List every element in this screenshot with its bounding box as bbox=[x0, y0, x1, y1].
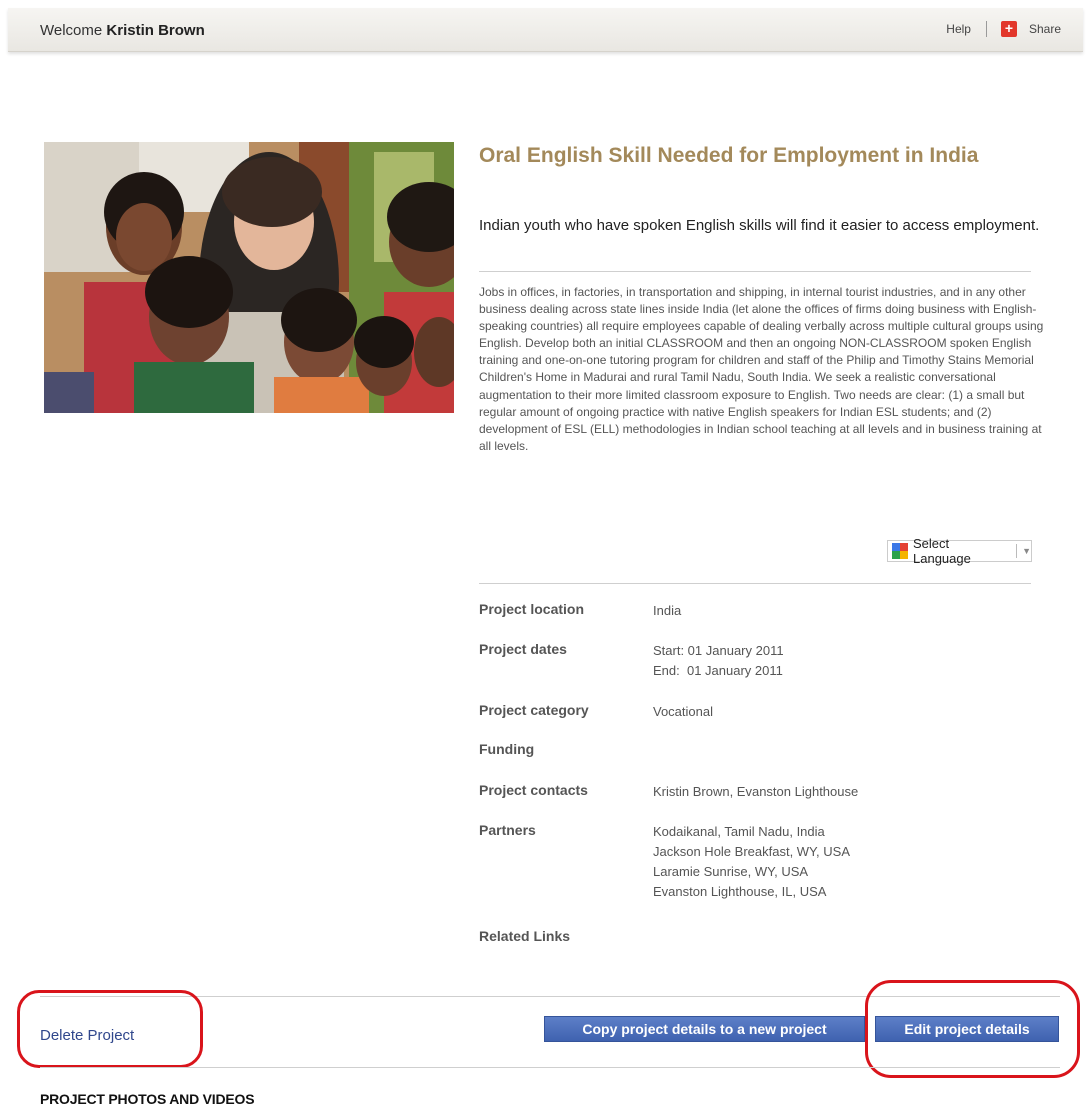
project-photo-image bbox=[44, 142, 454, 413]
welcome-message: Welcome Kristin Brown bbox=[40, 22, 205, 39]
partner-item: Laramie Sunrise, WY, USA bbox=[653, 864, 809, 879]
detail-label: Project category bbox=[479, 702, 589, 718]
date-start: Start: 01 January 2011 bbox=[653, 643, 784, 658]
project-description: Jobs in offices, in factories, in transp… bbox=[479, 285, 1044, 453]
project-photo bbox=[44, 142, 454, 413]
top-bar: Welcome Kristin Brown Help + Share bbox=[8, 8, 1083, 52]
detail-label: Project dates bbox=[479, 641, 567, 657]
detail-value: Kristin Brown, Evanston Lighthouse bbox=[653, 784, 859, 799]
detail-value: Kodaikanal, Tamil Nadu, India Jackson Ho… bbox=[653, 822, 1043, 902]
language-select-divider bbox=[1016, 544, 1018, 558]
detail-value: Start: 01 January 2011 End: 01 January 2… bbox=[653, 641, 1043, 681]
welcome-prefix: Welcome bbox=[40, 22, 103, 39]
language-select-label: Select Language bbox=[913, 536, 971, 566]
detail-label: Project location bbox=[479, 601, 585, 617]
partner-item: Kodaikanal, Tamil Nadu, India bbox=[653, 824, 825, 839]
divider-actions bbox=[40, 996, 1060, 997]
detail-label: Project contacts bbox=[479, 782, 588, 798]
edit-project-button[interactable]: Edit project details bbox=[875, 1016, 1059, 1042]
date-end: End: 01 January 2011 bbox=[653, 663, 783, 678]
project-title: Oral English Skill Needed for Employment… bbox=[479, 144, 979, 167]
detail-label: Partners bbox=[479, 822, 536, 838]
divider-details bbox=[479, 583, 1031, 584]
user-name: Kristin Brown bbox=[106, 22, 205, 39]
detail-label: Funding bbox=[479, 741, 535, 757]
divider-top bbox=[479, 271, 1031, 272]
partner-item: Jackson Hole Breakfast, WY, USA bbox=[653, 844, 851, 859]
detail-value: Vocational bbox=[653, 704, 713, 719]
top-divider bbox=[985, 21, 987, 37]
delete-project-link[interactable]: Delete Project bbox=[40, 1027, 134, 1044]
copy-project-button[interactable]: Copy project details to a new project bbox=[544, 1016, 865, 1042]
detail-value: India bbox=[653, 603, 682, 618]
chevron-down-icon[interactable]: ▼ bbox=[1022, 546, 1031, 556]
divider-bottom bbox=[40, 1067, 1060, 1068]
help-link[interactable]: Help bbox=[946, 22, 971, 36]
photos-videos-heading: PROJECT PHOTOS AND VIDEOS bbox=[40, 1091, 255, 1107]
language-select[interactable]: Select Language ▼ bbox=[887, 536, 1032, 566]
share-link[interactable]: Share bbox=[1029, 22, 1061, 36]
partner-item: Evanston Lighthouse, IL, USA bbox=[653, 884, 827, 899]
detail-label: Related Links bbox=[479, 928, 571, 944]
share-icon[interactable]: + bbox=[1000, 21, 1017, 37]
project-subtitle: Indian youth who have spoken English ski… bbox=[479, 217, 1040, 234]
google-translate-icon bbox=[892, 543, 908, 559]
top-links: Help + Share bbox=[946, 21, 1061, 37]
